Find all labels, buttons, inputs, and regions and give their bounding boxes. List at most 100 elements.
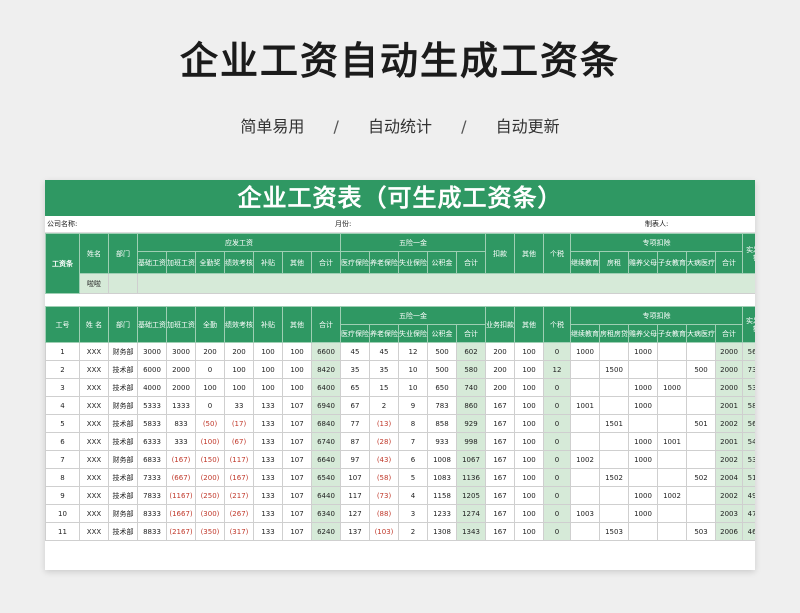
table-cell[interactable] <box>686 396 717 415</box>
company-label[interactable]: 公司名称: <box>47 216 77 232</box>
table-cell[interactable]: 107 <box>282 396 312 415</box>
table-cell[interactable]: 6540 <box>311 468 341 487</box>
table-cell[interactable] <box>628 522 659 541</box>
table-cell[interactable]: 200 <box>224 342 254 361</box>
table-cell[interactable] <box>657 360 688 379</box>
table-cell[interactable]: 167 <box>485 414 516 433</box>
table-cell[interactable] <box>657 522 688 541</box>
table-cell[interactable]: 5644 <box>742 414 755 433</box>
table-cell[interactable]: 9 <box>398 396 428 415</box>
slip-row[interactable]: 啦啦 <box>46 273 755 294</box>
table-cell[interactable]: 0 <box>543 414 572 433</box>
table-cell[interactable] <box>657 504 688 523</box>
table-cell[interactable]: (28) <box>369 432 399 451</box>
table-cell[interactable]: 1274 <box>455 504 487 523</box>
table-cell[interactable]: 2001 <box>715 432 744 451</box>
table-cell[interactable]: 5137 <box>742 468 755 487</box>
table-cell[interactable]: 333 <box>166 432 196 451</box>
table-cell[interactable]: 5 <box>45 414 80 433</box>
table-row[interactable]: 10 XXX 财务部 8333 (1667) (300) (267) 133 107 6340 12… <box>45 504 755 523</box>
table-cell[interactable]: 技术部 <box>108 486 138 505</box>
table-cell[interactable]: 2 <box>369 396 399 415</box>
table-cell[interactable]: 97 <box>340 450 370 469</box>
table-cell[interactable]: 500 <box>427 342 457 361</box>
table-cell[interactable]: 1000 <box>570 342 601 361</box>
table-cell[interactable]: (267) <box>224 504 254 523</box>
table-cell[interactable]: 1067 <box>455 450 487 469</box>
table-cell[interactable] <box>570 486 601 505</box>
table-cell[interactable]: XXX <box>79 414 109 433</box>
table-cell[interactable]: 4799 <box>742 504 755 523</box>
table-cell[interactable]: 1001 <box>657 432 688 451</box>
table-cell[interactable]: 100 <box>224 378 254 397</box>
table-cell[interactable]: 107 <box>282 522 312 541</box>
table-cell[interactable]: 2004 <box>715 468 744 487</box>
table-cell[interactable]: 100 <box>514 414 545 433</box>
table-cell[interactable]: 6240 <box>311 522 341 541</box>
table-cell[interactable]: 0 <box>543 432 572 451</box>
table-cell[interactable]: 167 <box>485 468 516 487</box>
table-cell[interactable]: 77 <box>340 414 370 433</box>
table-cell[interactable]: 3 <box>398 504 428 523</box>
table-cell[interactable]: (350) <box>195 522 225 541</box>
table-cell[interactable]: 2002 <box>715 486 744 505</box>
table-cell[interactable]: 67 <box>340 396 370 415</box>
table-cell[interactable]: (73) <box>369 486 399 505</box>
table-cell[interactable]: 100 <box>514 486 545 505</box>
table-cell[interactable]: 860 <box>455 396 487 415</box>
table-cell[interactable]: 133 <box>253 414 283 433</box>
table-cell[interactable]: 998 <box>455 432 487 451</box>
table-cell[interactable]: 12 <box>398 342 428 361</box>
table-cell[interactable]: 1501 <box>599 414 630 433</box>
table-cell[interactable]: 2 <box>398 522 428 541</box>
table-cell[interactable]: 1008 <box>427 450 457 469</box>
table-cell[interactable]: (50) <box>195 414 225 433</box>
table-cell[interactable]: 1343 <box>455 522 487 541</box>
table-cell[interactable]: 1205 <box>455 486 487 505</box>
table-cell[interactable]: 580 <box>455 360 487 379</box>
table-cell[interactable]: 107 <box>282 504 312 523</box>
table-cell[interactable] <box>599 504 630 523</box>
table-cell[interactable]: 200 <box>485 378 516 397</box>
table-cell[interactable]: (103) <box>369 522 399 541</box>
table-cell[interactable]: (43) <box>369 450 399 469</box>
table-cell[interactable]: 6840 <box>311 414 341 433</box>
table-cell[interactable]: 100 <box>514 522 545 541</box>
table-cell[interactable]: 2000 <box>715 342 744 361</box>
table-cell[interactable]: 5360 <box>742 378 755 397</box>
table-cell[interactable]: 33 <box>224 396 254 415</box>
table-cell[interactable]: 167 <box>485 486 516 505</box>
table-cell[interactable] <box>599 432 630 451</box>
table-cell[interactable]: (317) <box>224 522 254 541</box>
table-cell[interactable]: 602 <box>455 342 487 361</box>
slip-name-cell[interactable]: 啦啦 <box>79 273 109 294</box>
table-cell[interactable]: 4630 <box>742 522 755 541</box>
table-row[interactable]: 11 XXX 技术部 8833 (2167) (350) (317) 133 107 6240 13… <box>45 522 755 541</box>
table-cell[interactable]: 1002 <box>570 450 601 469</box>
table-cell[interactable]: 1000 <box>628 378 659 397</box>
table-cell[interactable]: 107 <box>282 486 312 505</box>
month-label[interactable]: 月份: <box>335 216 351 232</box>
table-cell[interactable]: 0 <box>543 396 572 415</box>
table-cell[interactable]: 6333 <box>137 432 167 451</box>
table-cell[interactable]: 1002 <box>657 486 688 505</box>
table-cell[interactable]: 财务部 <box>108 450 138 469</box>
table-cell[interactable]: 100 <box>282 360 312 379</box>
table-cell[interactable]: (200) <box>195 468 225 487</box>
table-row[interactable]: 8 XXX 技术部 7333 (667) (200) (167) 133 107 6540 107(… <box>45 468 755 487</box>
table-cell[interactable] <box>657 414 688 433</box>
table-cell[interactable]: 200 <box>485 360 516 379</box>
table-cell[interactable]: (13) <box>369 414 399 433</box>
table-cell[interactable]: 技术部 <box>108 414 138 433</box>
table-cell[interactable] <box>599 486 630 505</box>
table-cell[interactable]: 2006 <box>715 522 744 541</box>
table-cell[interactable]: 2000 <box>715 378 744 397</box>
table-cell[interactable]: 1083 <box>427 468 457 487</box>
table-cell[interactable]: 100 <box>253 378 283 397</box>
table-cell[interactable]: (217) <box>224 486 254 505</box>
table-cell[interactable]: 10 <box>45 504 80 523</box>
table-cell[interactable]: 133 <box>253 432 283 451</box>
table-cell[interactable]: 502 <box>686 468 717 487</box>
table-row[interactable]: 5 XXX 技术部 5833 833 (50) (17) 133 107 6840 77 (13) 8 8… <box>45 414 755 433</box>
table-cell[interactable]: 6 <box>45 432 80 451</box>
